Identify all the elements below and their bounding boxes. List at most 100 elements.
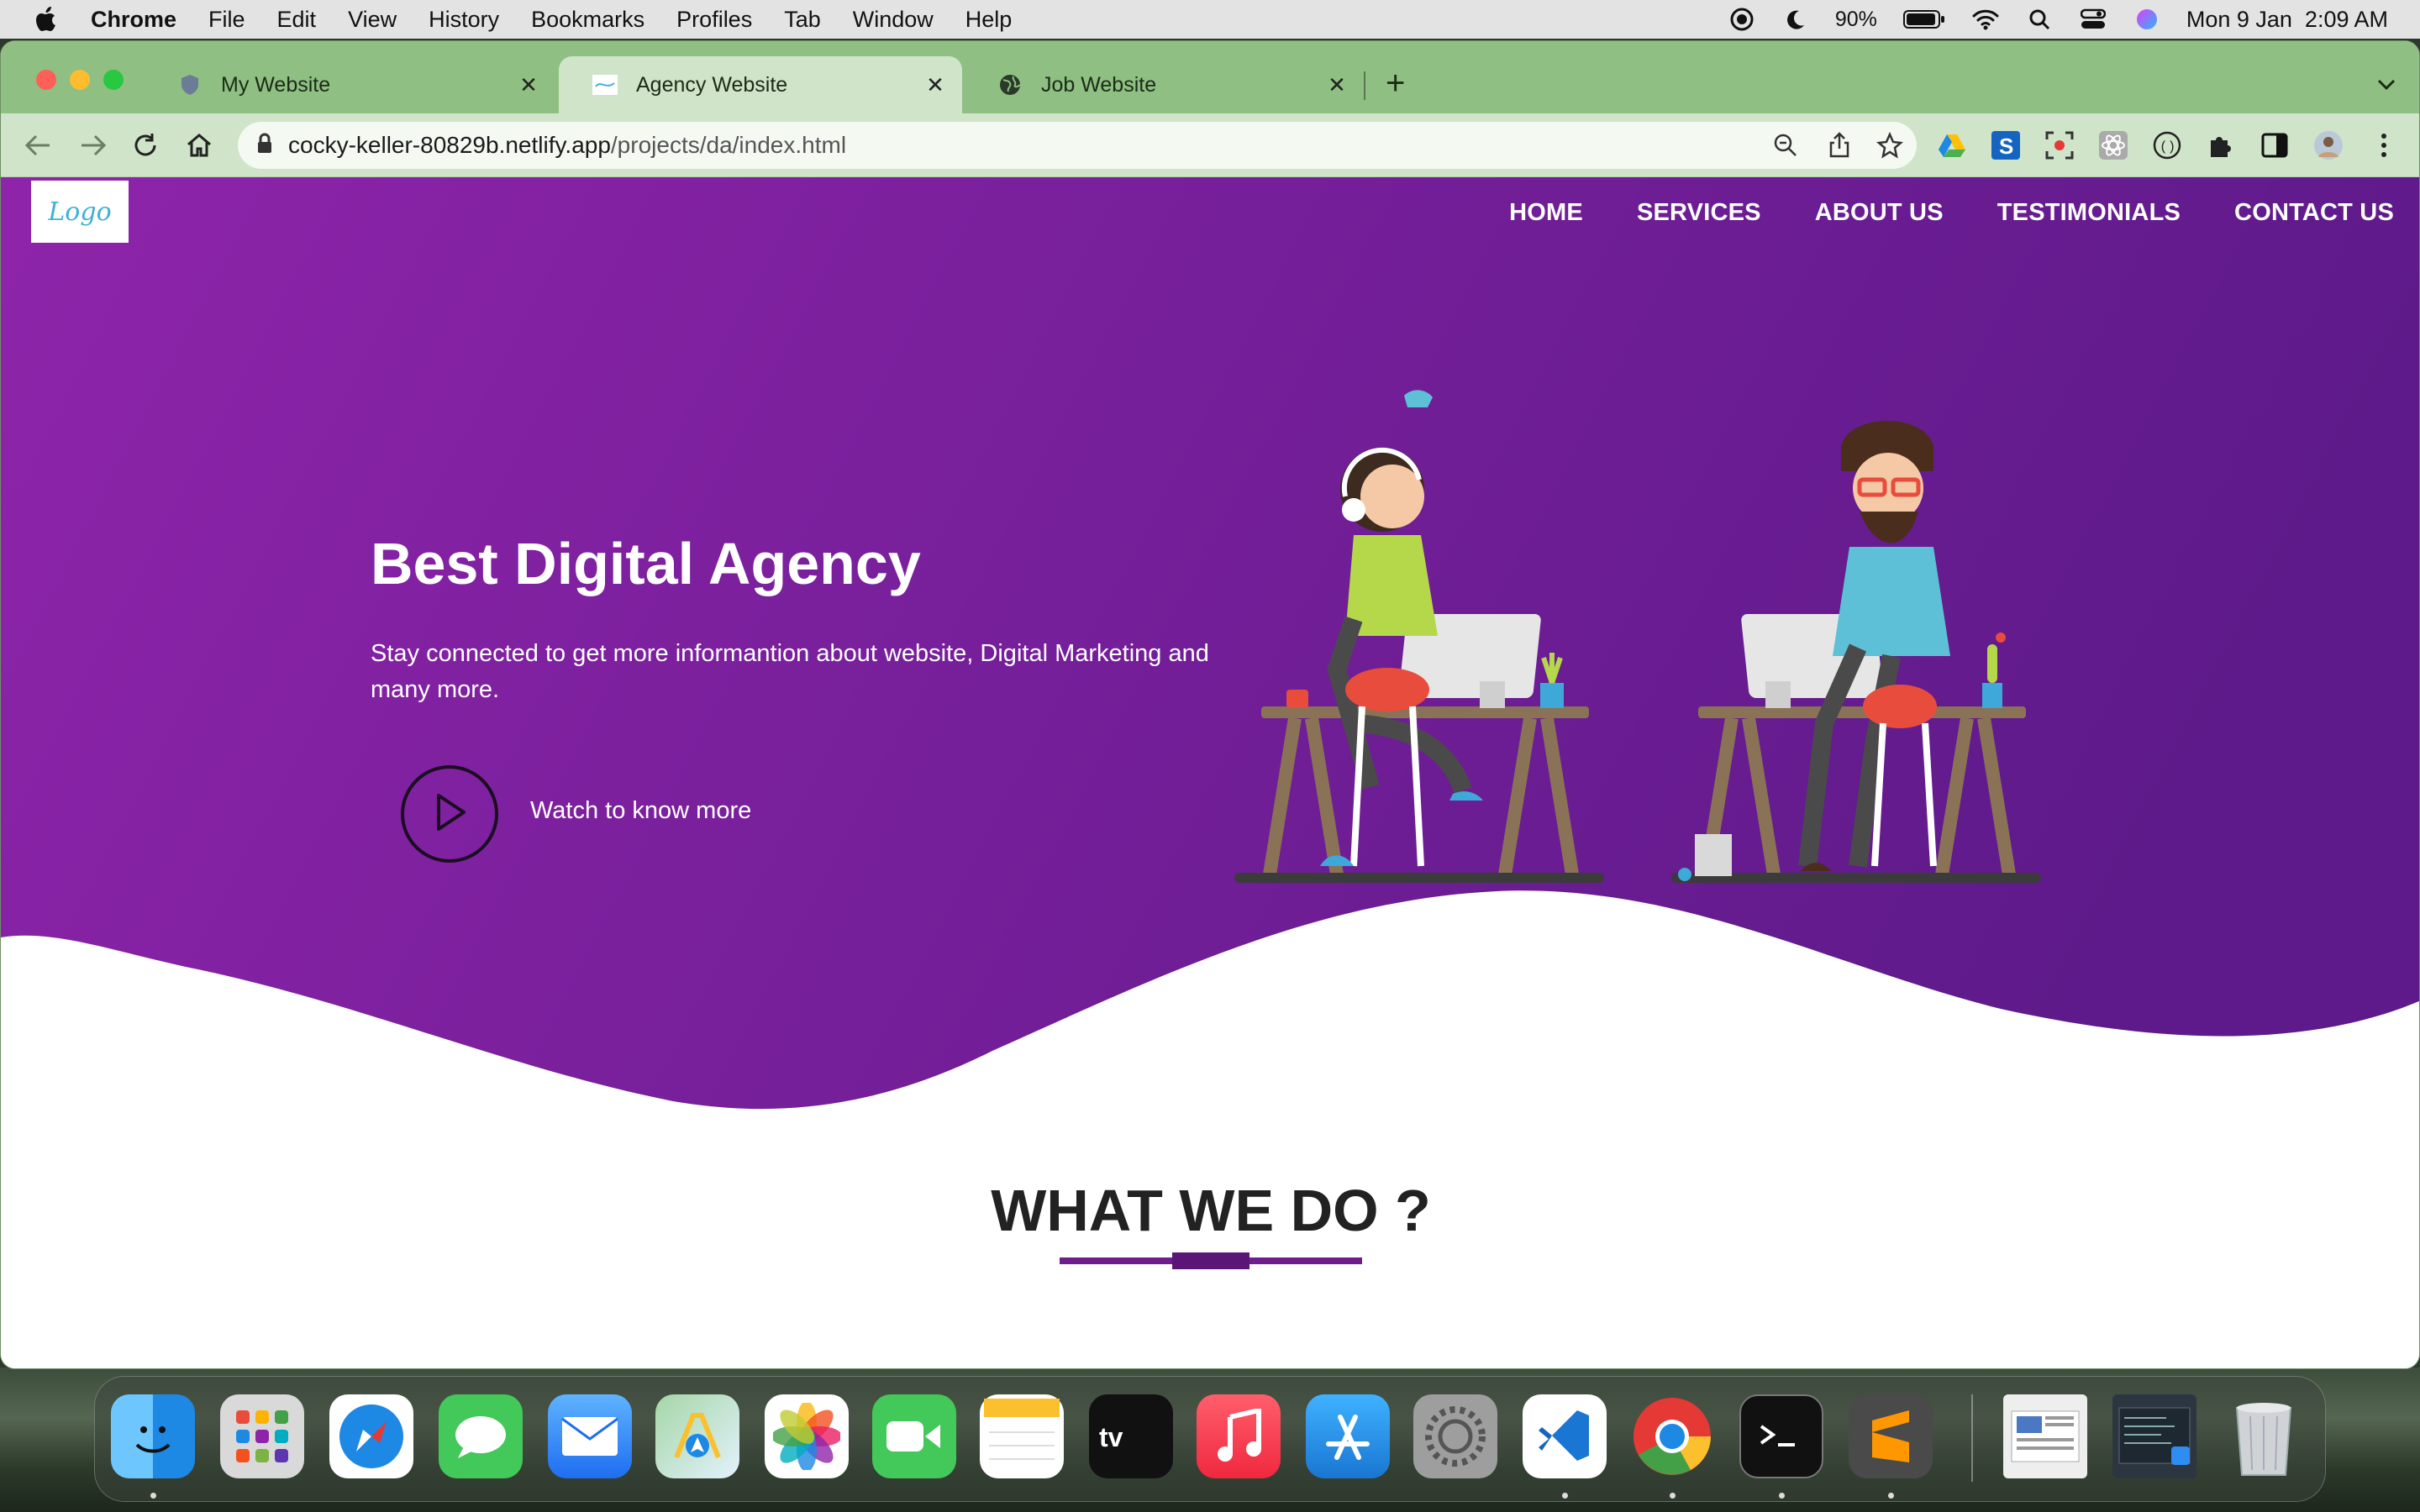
hero-subtitle: Stay connected to get more informantion … <box>371 640 1209 703</box>
menu-app-name[interactable]: Chrome <box>91 7 176 33</box>
trash-icon[interactable] <box>2222 1394 2306 1478</box>
system-settings-gear-icon[interactable] <box>1413 1394 1497 1478</box>
menubar: Chrome File Edit View History Bookmarks … <box>0 0 2420 39</box>
menu-view[interactable]: View <box>348 7 397 33</box>
music-icon[interactable] <box>1197 1394 1281 1478</box>
running-indicator <box>150 1493 156 1499</box>
documents-stack-icon[interactable] <box>2003 1394 2087 1478</box>
more-menu-kebab-icon[interactable] <box>2369 130 2399 160</box>
menu-tab[interactable]: Tab <box>784 7 821 33</box>
new-tab-button[interactable]: + <box>1386 66 1405 100</box>
battery-percent: 90% <box>1834 7 1877 31</box>
notes-icon[interactable] <box>980 1394 1064 1478</box>
zoom-window-button[interactable] <box>103 70 124 90</box>
menu-history[interactable]: History <box>429 7 499 33</box>
tab-search-chevron-down-icon[interactable] <box>2374 71 2399 97</box>
site-logo[interactable]: Logo <box>31 181 129 243</box>
vscode-icon[interactable] <box>1523 1394 1607 1478</box>
sublime-text-icon[interactable] <box>1849 1394 1933 1478</box>
running-indicator <box>1562 1493 1568 1499</box>
menubar-clock[interactable]: Mon 9 Jan 2:09 AM <box>2186 7 2388 33</box>
svg-text:(): () <box>2160 139 2175 155</box>
siri-icon[interactable] <box>2133 5 2161 34</box>
tab-agency-website[interactable]: Agency Website ✕ <box>559 56 962 113</box>
nav-home-link[interactable]: HOME <box>1509 199 1583 227</box>
logo-favicon-icon <box>592 72 618 97</box>
lock-icon[interactable] <box>256 133 273 159</box>
app-store-icon[interactable] <box>1306 1394 1390 1478</box>
menu-help[interactable]: Help <box>965 7 1013 33</box>
tab-divider <box>1364 71 1365 100</box>
url-path: /projects/da/index.html <box>610 132 847 158</box>
facetime-icon[interactable] <box>872 1394 956 1478</box>
zoom-magnifier-icon[interactable] <box>1770 130 1801 160</box>
finder-icon[interactable] <box>111 1394 195 1478</box>
profile-avatar[interactable] <box>2313 130 2344 160</box>
control-center-icon[interactable] <box>2079 5 2107 34</box>
menu-window[interactable]: Window <box>853 7 934 33</box>
photos-icon[interactable] <box>765 1394 849 1478</box>
browser-toolbar: cocky-keller-80829b.netlify.app/projects… <box>1 113 2419 177</box>
dock-separator <box>1971 1394 1973 1482</box>
running-indicator <box>1670 1493 1676 1499</box>
side-panel-icon[interactable] <box>2260 130 2290 160</box>
nav-contact-link[interactable]: CONTACT US <box>2234 199 2394 227</box>
menu-bookmarks[interactable]: Bookmarks <box>531 7 644 33</box>
shield-favicon-icon <box>177 72 203 97</box>
google-drive-icon[interactable] <box>1937 130 1967 160</box>
site-nav: HOME SERVICES ABOUT US TESTIMONIALS CONT… <box>1509 199 2394 227</box>
web-page: Logo HOME SERVICES ABOUT US TESTIMONIALS… <box>1 177 2419 1368</box>
home-icon[interactable] <box>182 129 216 162</box>
tab-my-website[interactable]: My Website ✕ <box>144 56 555 113</box>
battery-icon[interactable] <box>1902 5 1946 34</box>
menu-file[interactable]: File <box>208 7 245 33</box>
react-devtools-icon[interactable] <box>2098 130 2128 160</box>
nav-testimonials-link[interactable]: TESTIMONIALS <box>1997 199 2181 227</box>
back-arrow-icon[interactable] <box>21 129 55 162</box>
play-video-button[interactable] <box>401 765 498 863</box>
tab-title: Agency Website <box>636 72 788 97</box>
tab-title: Job Website <box>1041 72 1157 97</box>
svg-text:tv: tv <box>1099 1422 1123 1452</box>
terminal-icon[interactable] <box>1739 1394 1823 1478</box>
watch-more-link[interactable]: Watch to know more <box>530 797 751 825</box>
svg-text:S: S <box>1999 134 2013 159</box>
address-bar[interactable]: cocky-keller-80829b.netlify.app/projects… <box>238 122 1917 169</box>
tv-icon[interactable]: tv <box>1089 1394 1173 1478</box>
launchpad-icon[interactable] <box>220 1394 304 1478</box>
downloads-stack-icon[interactable] <box>2112 1394 2196 1478</box>
section-underline-accent <box>1172 1252 1249 1269</box>
chrome-icon[interactable] <box>1630 1394 1714 1478</box>
apple-menu-icon[interactable] <box>30 6 64 33</box>
share-icon[interactable] <box>1824 130 1854 160</box>
extensions-puzzle-icon[interactable] <box>2206 130 2236 160</box>
close-window-button[interactable] <box>36 70 56 90</box>
nav-about-link[interactable]: ABOUT US <box>1815 199 1944 227</box>
screen-recording-icon[interactable] <box>1728 5 1756 34</box>
close-tab-icon[interactable]: ✕ <box>517 73 540 97</box>
hero-title: Best Digital Agency <box>371 531 921 596</box>
menu-edit[interactable]: Edit <box>277 7 317 33</box>
screenshot-extension-icon[interactable] <box>2044 130 2075 160</box>
mail-icon[interactable] <box>548 1394 632 1478</box>
messages-icon[interactable] <box>439 1394 523 1478</box>
running-indicator <box>1888 1493 1894 1499</box>
close-tab-icon[interactable]: ✕ <box>1325 73 1349 97</box>
bookmark-star-icon[interactable] <box>1875 130 1905 160</box>
tab-strip: My Website ✕ Agency Website ✕ Job Websit… <box>1 41 2419 113</box>
forward-arrow-icon[interactable] <box>76 129 110 162</box>
focus-moon-icon[interactable] <box>1781 5 1810 34</box>
minimize-window-button[interactable] <box>70 70 90 90</box>
tab-job-website[interactable]: Job Website ✕ <box>964 56 1364 113</box>
maps-icon[interactable] <box>655 1394 739 1478</box>
logo-wordmark: Logo <box>48 197 112 227</box>
safari-icon[interactable] <box>329 1394 413 1478</box>
spotlight-search-icon[interactable] <box>2025 5 2054 34</box>
close-tab-icon[interactable]: ✕ <box>923 73 947 97</box>
menu-profiles[interactable]: Profiles <box>676 7 752 33</box>
code-brackets-extension-icon[interactable]: () <box>2152 130 2182 160</box>
nav-services-link[interactable]: SERVICES <box>1637 199 1761 227</box>
wifi-icon[interactable] <box>1971 5 2000 34</box>
s-extension-icon[interactable]: S <box>1991 130 2021 160</box>
reload-icon[interactable] <box>129 129 162 162</box>
